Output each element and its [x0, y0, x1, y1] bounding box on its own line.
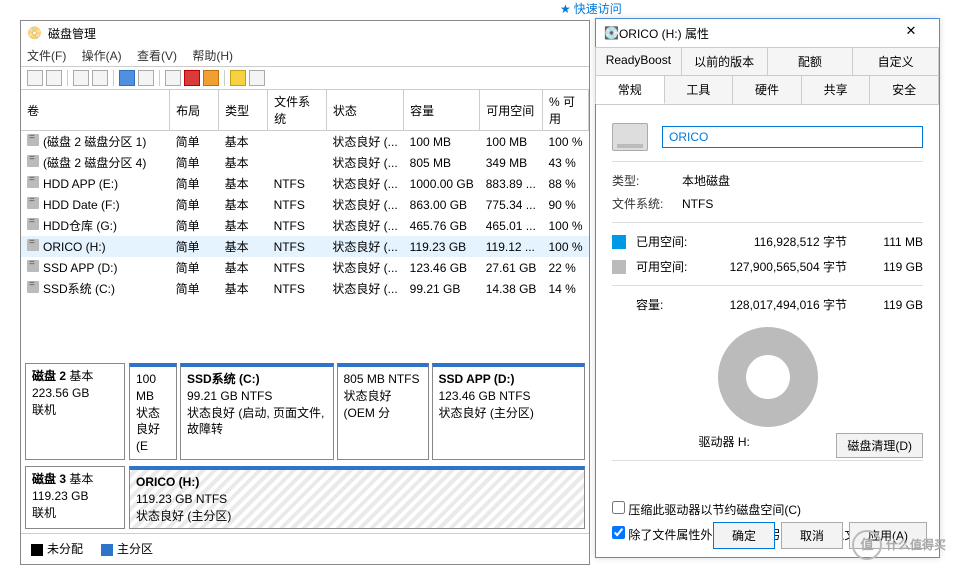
col-free[interactable]: 可用空间 [480, 90, 543, 131]
tab-security[interactable]: 安全 [869, 75, 939, 104]
used-swatch [612, 235, 626, 249]
prop-tabs-row1: ReadyBoost 以前的版本 配额 自定义 [596, 47, 939, 75]
prop-tabs-row2: 常规 工具 硬件 共享 安全 [596, 75, 939, 105]
col-status[interactable]: 状态 [326, 90, 403, 131]
close-icon[interactable]: ✕ [891, 23, 931, 43]
col-type[interactable]: 类型 [219, 90, 268, 131]
tab-hardware[interactable]: 硬件 [732, 75, 802, 104]
compress-checkbox[interactable]: 压缩此驱动器以节约磁盘空间(C) [612, 501, 923, 518]
table-row[interactable]: (磁盘 2 磁盘分区 1)简单基本状态良好 (...100 MB100 MB10… [21, 131, 589, 153]
quickaccess-link[interactable]: 快速访问 [560, 0, 622, 17]
menu-action[interactable]: 操作(A) [82, 49, 122, 63]
cap-size: 119 GB [865, 298, 923, 312]
watermark: 值什么值得买 [852, 530, 946, 560]
free-size: 119 GB [865, 260, 923, 274]
tab-custom[interactable]: 自定义 [852, 47, 939, 75]
tab-general[interactable]: 常规 [595, 75, 665, 104]
table-row[interactable]: ORICO (H:)简单基本NTFS状态良好 (...119.23 GB119.… [21, 236, 589, 257]
tb-search-icon[interactable] [165, 70, 181, 86]
disk-cleanup-button[interactable]: 磁盘清理(D) [836, 433, 923, 458]
free-bytes: 127,900,565,504 字节 [700, 258, 865, 275]
disk2-label[interactable]: 磁盘 2 基本 223.56 GB 联机 [25, 363, 125, 460]
table-row[interactable]: SSD系统 (C:)简单基本NTFS状态良好 (...99.21 GB14.38… [21, 278, 589, 299]
tb-sep [224, 70, 225, 86]
legend: 未分配 主分区 [21, 533, 589, 563]
tb-action-icon[interactable] [203, 70, 219, 86]
dm-toolbar [21, 66, 589, 90]
drive-icon: 💽 [604, 26, 619, 40]
fs-label: 文件系统: [612, 195, 682, 212]
legend-primary-swatch [101, 544, 113, 556]
prop-titlebar: 💽 ORICO (H:) 属性 ✕ [596, 19, 939, 47]
table-row[interactable]: SSD APP (D:)简单基本NTFS状态良好 (...123.46 GB27… [21, 257, 589, 278]
disk-diagrams: 磁盘 2 基本 223.56 GB 联机 100 MB状态良好 (E SSD系统… [21, 359, 589, 533]
menu-file[interactable]: 文件(F) [27, 49, 66, 63]
disk2-row: 磁盘 2 基本 223.56 GB 联机 100 MB状态良好 (E SSD系统… [25, 363, 585, 460]
cap-bytes: 128,017,494,016 字节 [700, 296, 865, 313]
tab-previous[interactable]: 以前的版本 [681, 47, 768, 75]
tb-prop-icon[interactable] [249, 70, 265, 86]
tab-tools[interactable]: 工具 [664, 75, 734, 104]
prop-body: 类型:本地磁盘 文件系统:NTFS 已用空间: 116,928,512 字节 1… [596, 105, 939, 563]
prop-title: ORICO (H:) 属性 [619, 25, 891, 42]
disk3-label[interactable]: 磁盘 3 基本 119.23 GB 联机 [25, 466, 125, 529]
disk3-part1[interactable]: ORICO (H:)119.23 GB NTFS状态良好 (主分区) [129, 466, 585, 529]
type-label: 类型: [612, 172, 682, 189]
tab-sharing[interactable]: 共享 [801, 75, 871, 104]
col-layout[interactable]: 布局 [170, 90, 219, 131]
tb-refresh-icon[interactable] [138, 70, 154, 86]
tb-view1-icon[interactable] [73, 70, 89, 86]
free-label: 可用空间: [636, 258, 700, 275]
tb-sep [67, 70, 68, 86]
used-label: 已用空间: [636, 233, 700, 250]
tb-back-icon[interactable] [27, 70, 43, 86]
tb-folder-icon[interactable] [230, 70, 246, 86]
free-swatch [612, 260, 626, 274]
disk2-part1[interactable]: 100 MB状态良好 (E [129, 363, 177, 460]
disk3-row: 磁盘 3 基本 119.23 GB 联机 ORICO (H:)119.23 GB… [25, 466, 585, 529]
tb-sep [113, 70, 114, 86]
tb-view2-icon[interactable] [92, 70, 108, 86]
fs-value: NTFS [682, 197, 923, 211]
table-row[interactable]: HDD APP (E:)简单基本NTFS状态良好 (...1000.00 GB8… [21, 173, 589, 194]
tb-fwd-icon[interactable] [46, 70, 62, 86]
ok-button[interactable]: 确定 [713, 522, 775, 549]
disk-management-window: 📀 磁盘管理 文件(F) 操作(A) 查看(V) 帮助(H) 卷 布局 类型 文… [20, 20, 590, 565]
tab-quota[interactable]: 配额 [767, 47, 854, 75]
usage-donut-chart [718, 327, 818, 427]
disk2-part2[interactable]: SSD系统 (C:)99.21 GB NTFS状态良好 (启动, 页面文件, 故… [180, 363, 334, 460]
dm-titlebar: 📀 磁盘管理 [21, 21, 589, 45]
cancel-button[interactable]: 取消 [781, 522, 843, 549]
tb-sep [159, 70, 160, 86]
watermark-icon: 值 [852, 530, 882, 560]
disk2-part4[interactable]: SSD APP (D:)123.46 GB NTFS状态良好 (主分区) [432, 363, 586, 460]
volume-name-input[interactable] [662, 126, 923, 148]
drive-large-icon [612, 123, 648, 151]
tb-help-icon[interactable] [119, 70, 135, 86]
properties-dialog: 💽 ORICO (H:) 属性 ✕ ReadyBoost 以前的版本 配额 自定… [595, 18, 940, 558]
used-bytes: 116,928,512 字节 [700, 233, 865, 250]
dm-title-text: 磁盘管理 [48, 25, 96, 42]
menu-help[interactable]: 帮助(H) [192, 49, 233, 63]
col-vol[interactable]: 卷 [21, 90, 170, 131]
tb-delete-icon[interactable] [184, 70, 200, 86]
menu-view[interactable]: 查看(V) [137, 49, 177, 63]
disk2-part3[interactable]: 805 MB NTFS状态良好 (OEM 分 [337, 363, 429, 460]
volume-table: 卷 布局 类型 文件系统 状态 容量 可用空间 % 可用 (磁盘 2 磁盘分区 … [21, 90, 589, 299]
table-row[interactable]: HDD仓库 (G:)简单基本NTFS状态良好 (...465.76 GB465.… [21, 215, 589, 236]
used-size: 111 MB [865, 235, 923, 249]
dm-menubar: 文件(F) 操作(A) 查看(V) 帮助(H) [21, 45, 589, 66]
type-value: 本地磁盘 [682, 172, 923, 189]
legend-unalloc-swatch [31, 544, 43, 556]
dm-app-icon: 📀 [27, 26, 42, 40]
table-row[interactable]: (磁盘 2 磁盘分区 4)简单基本状态良好 (...805 MB349 MB43… [21, 152, 589, 173]
col-pct[interactable]: % 可用 [542, 90, 588, 131]
table-row[interactable]: HDD Date (F:)简单基本NTFS状态良好 (...863.00 GB7… [21, 194, 589, 215]
col-cap[interactable]: 容量 [404, 90, 480, 131]
cap-label: 容量: [636, 296, 700, 313]
tab-readyboost[interactable]: ReadyBoost [595, 47, 682, 75]
col-fs[interactable]: 文件系统 [268, 90, 327, 131]
